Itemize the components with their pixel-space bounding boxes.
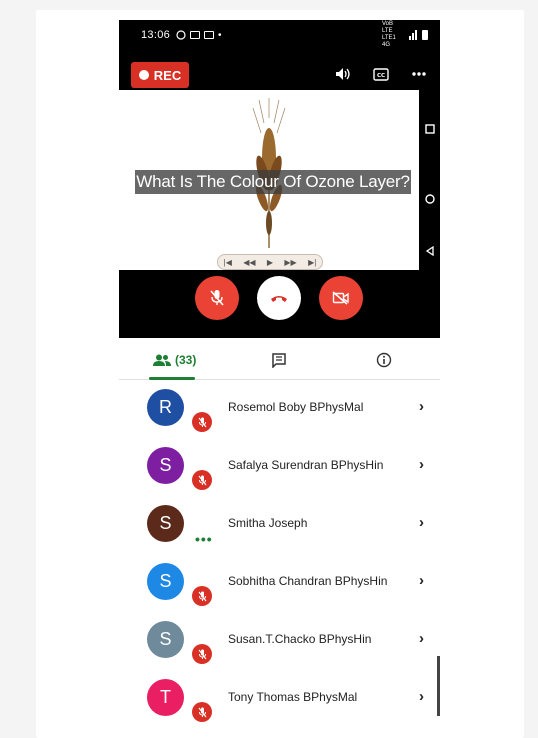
- list-item[interactable]: T Tony Thomas BPhysMal ›: [119, 670, 440, 728]
- notification-icons: •: [176, 30, 222, 41]
- fast-forward-icon[interactable]: ▶▶: [284, 258, 296, 267]
- skip-start-icon[interactable]: |◀: [224, 258, 232, 267]
- chevron-right-icon[interactable]: ›: [419, 572, 424, 589]
- rewind-icon[interactable]: ◀◀: [243, 258, 255, 267]
- list-scrollbar[interactable]: [437, 656, 440, 716]
- signal-icon: [409, 30, 417, 40]
- list-item[interactable]: S Susan.T.Chacko BPhysHin ›: [119, 612, 440, 670]
- mic-toggle-button[interactable]: [195, 276, 239, 320]
- avatar: S: [147, 447, 184, 484]
- mic-off-badge: [192, 644, 212, 664]
- tab-people[interactable]: (33): [153, 348, 196, 372]
- mic-off-badge: [192, 586, 212, 606]
- end-call-button[interactable]: [257, 276, 301, 320]
- mic-off-badge: [192, 470, 212, 490]
- chevron-right-icon[interactable]: ›: [419, 688, 424, 705]
- speaking-dots-icon: •••: [195, 531, 213, 547]
- image-icon: [204, 31, 215, 39]
- chevron-right-icon[interactable]: ›: [419, 456, 424, 473]
- captions-icon: CC: [373, 67, 389, 81]
- avatar: S: [147, 621, 184, 658]
- mic-off-icon: [198, 475, 206, 485]
- call-top-bar: REC CC: [119, 58, 440, 90]
- participant-name: Susan.T.Chacko BPhysHin: [228, 632, 372, 646]
- volume-icon: [336, 68, 350, 80]
- avatar: R: [147, 389, 184, 426]
- participant-name: Rosemol Boby BPhysMal: [228, 400, 364, 414]
- tab-chat[interactable]: [271, 348, 287, 372]
- dot-icon: •: [218, 29, 222, 41]
- participants-list: R Rosemol Boby BPhysMal › S Safalya Sure…: [119, 380, 440, 736]
- bottom-tabs: (33): [119, 338, 440, 380]
- tab-info[interactable]: [376, 348, 392, 372]
- avatar: S: [147, 505, 184, 542]
- end-call-icon: [271, 296, 287, 302]
- media-controls: |◀ ◀◀ ▶ ▶▶ ▶|: [217, 254, 323, 270]
- avatar: T: [147, 679, 184, 716]
- mic-off-badge: [192, 702, 212, 722]
- gallery-icon: [190, 31, 201, 39]
- volume-button[interactable]: [332, 64, 354, 84]
- captions-button[interactable]: CC: [370, 64, 392, 84]
- call-area: 13:06 • VoB LTE LTE1 4G REC CC What Is T…: [119, 20, 440, 338]
- home-icon[interactable]: [423, 194, 437, 207]
- list-item[interactable]: S Sobhitha Chandran BPhysHin ›: [119, 554, 440, 612]
- mic-off-icon: [198, 591, 206, 601]
- presentation-video: What Is The Colour Of Ozone Layer? |◀ ◀◀…: [119, 90, 419, 270]
- camera-off-icon: [332, 291, 349, 305]
- mic-off-icon: [198, 649, 206, 659]
- mic-off-icon: [198, 707, 206, 717]
- participant-name: Tony Thomas BPhysMal: [228, 690, 358, 704]
- rec-dot-icon: [138, 70, 149, 80]
- call-controls: [119, 276, 419, 322]
- whatsapp-icon: [176, 30, 186, 40]
- svg-text:CC: CC: [377, 73, 385, 79]
- list-item[interactable]: S ••• Smitha Joseph ›: [119, 496, 440, 554]
- back-icon[interactable]: [423, 245, 437, 259]
- avatar: S: [147, 563, 184, 600]
- people-icon: [153, 354, 171, 366]
- list-item[interactable]: R Rosemol Boby BPhysMal ›: [119, 380, 440, 438]
- skip-end-icon[interactable]: ▶|: [308, 258, 316, 267]
- mic-off-icon: [210, 290, 224, 306]
- rec-label: REC: [153, 67, 182, 83]
- rec-button[interactable]: REC: [131, 62, 189, 88]
- phone-screen: 13:06 • VoB LTE LTE1 4G REC CC What Is T…: [119, 20, 440, 736]
- mic-off-icon: [198, 417, 206, 427]
- participant-name: Smitha Joseph: [228, 516, 308, 530]
- status-right: VoB LTE LTE1 4G: [382, 21, 428, 49]
- participant-name: Safalya Surendran BPhysHin: [228, 458, 384, 472]
- network-label: VoB LTE LTE1 4G: [382, 21, 396, 48]
- mic-off-badge: [192, 412, 212, 432]
- question-caption: What Is The Colour Of Ozone Layer?: [135, 170, 411, 194]
- participant-name: Sobhitha Chandran BPhysHin: [228, 574, 388, 588]
- camera-toggle-button[interactable]: [319, 276, 363, 320]
- status-bar: 13:06 • VoB LTE LTE1 4G: [119, 20, 440, 50]
- people-count: (33): [175, 353, 197, 367]
- battery-icon: [422, 30, 428, 40]
- chevron-right-icon[interactable]: ›: [419, 514, 424, 531]
- more-options-button[interactable]: [408, 64, 430, 84]
- info-icon: [376, 352, 392, 368]
- chevron-right-icon[interactable]: ›: [419, 630, 424, 647]
- play-icon[interactable]: ▶: [267, 258, 273, 267]
- more-icon: [412, 72, 426, 76]
- recents-icon[interactable]: [423, 124, 437, 137]
- android-nav-bar: [419, 90, 440, 338]
- chevron-right-icon[interactable]: ›: [419, 398, 424, 415]
- status-time: 13:06: [141, 29, 171, 41]
- chat-icon: [272, 353, 286, 368]
- list-item[interactable]: S Safalya Surendran BPhysHin ›: [119, 438, 440, 496]
